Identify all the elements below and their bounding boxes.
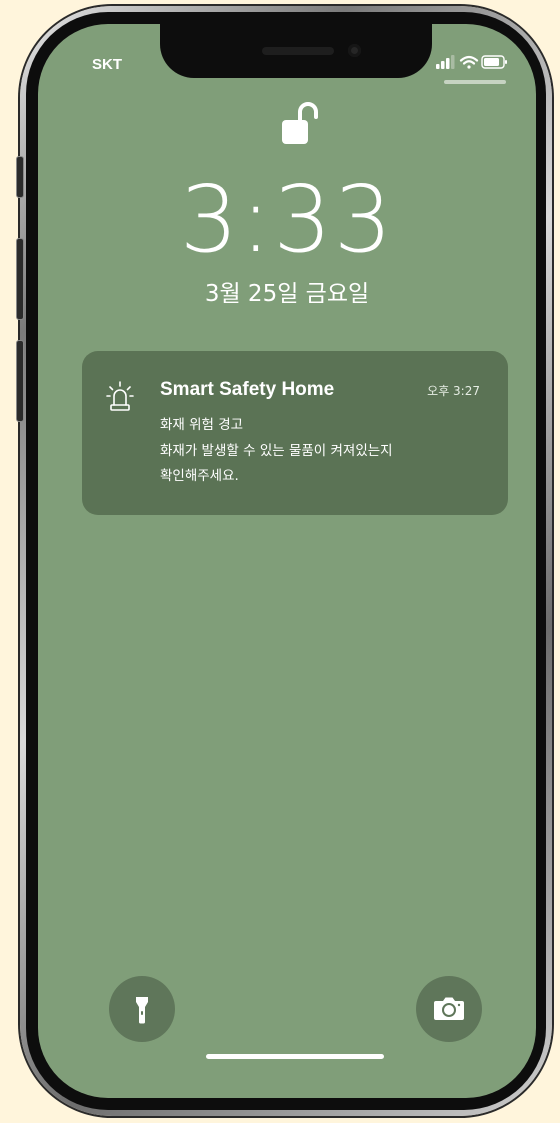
status-icons-svg bbox=[436, 55, 507, 69]
notification-title: 화재 위험 경고 bbox=[160, 417, 244, 433]
unlocked-padlock-icon bbox=[280, 100, 320, 148]
flashlight-icon bbox=[136, 997, 148, 1024]
flashlight-button[interactable] bbox=[109, 976, 175, 1042]
siren-alarm-icon bbox=[106, 379, 134, 413]
notification-body-line: 화재가 발생할 수 있는 물품이 켜져있는지 bbox=[160, 443, 393, 459]
camera-icon bbox=[434, 997, 464, 1020]
wifi-icon bbox=[459, 55, 479, 69]
notification-body: 화재가 발생할 수 있는 물품이 켜져있는지 확인해주세요. bbox=[160, 439, 480, 489]
volume-down-button bbox=[16, 340, 24, 422]
silent-switch bbox=[16, 156, 24, 198]
cellular-signal-icon bbox=[436, 55, 455, 69]
page-background: SKT 3:33 3월 25일 금요일 Smart Safety Home 오후… bbox=[0, 0, 560, 1123]
lock-screen-date: 3월 25일 금요일 bbox=[204, 281, 370, 307]
home-indicator[interactable] bbox=[206, 1054, 384, 1059]
battery-icon bbox=[481, 55, 507, 69]
status-icons bbox=[436, 54, 508, 70]
lock-screen: SKT 3:33 3월 25일 금요일 Smart Safety Home 오후… bbox=[38, 24, 536, 1098]
front-camera bbox=[348, 44, 361, 57]
control-center-indicator[interactable] bbox=[444, 80, 506, 84]
notification-card[interactable]: Smart Safety Home 오후 3:27 화재 위험 경고 화재가 발… bbox=[82, 351, 508, 515]
earpiece-speaker bbox=[262, 47, 334, 55]
camera-button[interactable] bbox=[416, 976, 482, 1042]
notification-app-name: Smart Safety Home bbox=[160, 379, 335, 400]
carrier-label: SKT bbox=[92, 56, 122, 73]
notification-time: 오후 3:27 bbox=[427, 384, 480, 398]
lock-screen-time: 3:33 bbox=[179, 166, 395, 273]
notification-body-line: 확인해주세요. bbox=[160, 468, 239, 484]
volume-up-button bbox=[16, 238, 24, 320]
